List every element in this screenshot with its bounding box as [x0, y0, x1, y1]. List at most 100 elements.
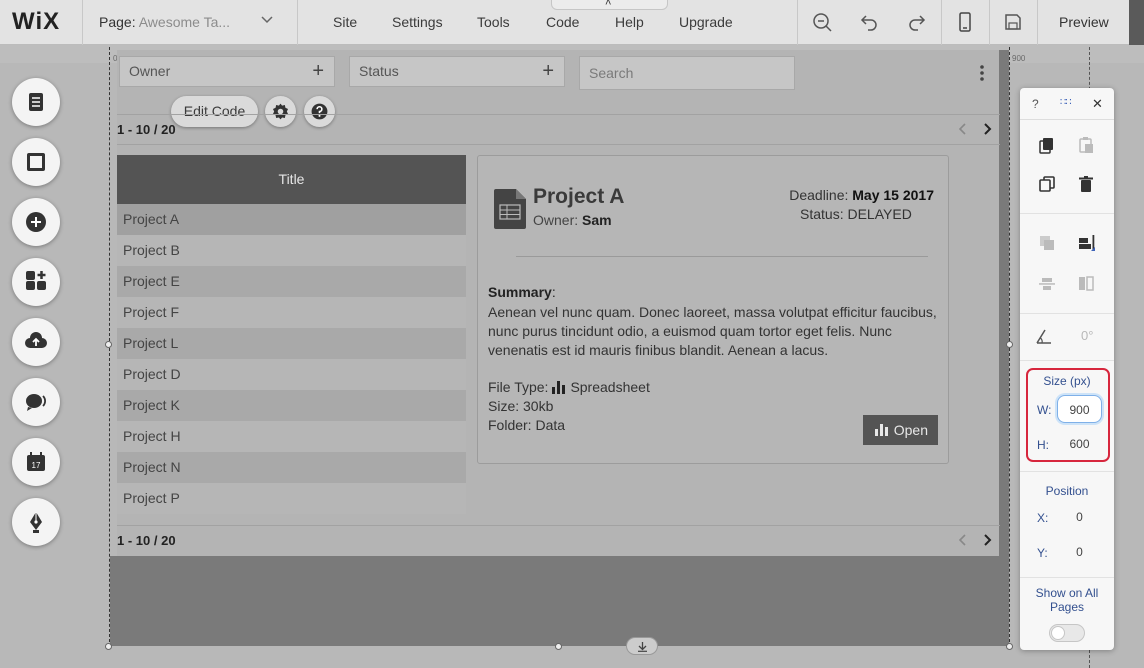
app-market-button[interactable] — [12, 258, 60, 306]
position-title: Position — [1045, 484, 1089, 498]
resize-handle[interactable] — [105, 341, 112, 348]
search-input[interactable] — [580, 57, 794, 89]
resize-handle[interactable] — [555, 643, 562, 650]
project-title: Project A — [533, 185, 625, 208]
table-row[interactable]: Project D — [117, 359, 466, 390]
paste-icon[interactable] — [1077, 136, 1095, 154]
pen-icon — [30, 512, 42, 533]
bookings-icon: 17 — [27, 452, 45, 471]
copy-icon[interactable] — [1038, 136, 1056, 154]
page-selector-label: Page: — [99, 14, 136, 30]
table-header[interactable]: Title — [117, 155, 466, 204]
summary-label: Summary — [488, 284, 552, 300]
x-label: X: — [1037, 511, 1049, 525]
status-label: Status: — [800, 206, 844, 222]
bar-chart-icon — [875, 424, 888, 436]
redo-icon[interactable] — [906, 11, 928, 33]
page-selector[interactable]: Page: Awesome Ta... — [99, 14, 230, 30]
owner-label: Owner: — [533, 212, 579, 228]
settings-button[interactable] — [265, 96, 296, 127]
plus-icon[interactable]: + — [312, 60, 324, 83]
status-value: DELAYED — [847, 206, 912, 222]
add-button[interactable] — [12, 198, 60, 246]
plus-icon[interactable]: + — [542, 60, 554, 83]
size-value: 30kb — [523, 398, 554, 414]
width-input[interactable]: 900 — [1057, 395, 1102, 423]
project-deadline: Deadline: May 15 2017 — [789, 187, 934, 203]
zoom-out-icon[interactable] — [811, 11, 833, 33]
trash-icon[interactable] — [1077, 175, 1095, 193]
table-row[interactable]: Project N — [117, 452, 466, 483]
background-button[interactable] — [12, 138, 60, 186]
chat-button[interactable] — [12, 378, 60, 426]
search-field[interactable] — [579, 56, 795, 90]
table-row[interactable]: Project F — [117, 297, 466, 328]
arrange-icon[interactable] — [1038, 234, 1056, 252]
table-row[interactable]: Project E — [117, 266, 466, 297]
undo-icon[interactable] — [858, 11, 880, 33]
table-row[interactable]: Project K — [117, 390, 466, 421]
stretch-handle[interactable] — [626, 637, 658, 655]
open-button[interactable]: Open — [863, 415, 938, 445]
table-row[interactable]: Project A — [117, 204, 466, 235]
menu-tools[interactable]: Tools — [477, 14, 510, 30]
blog-button[interactable] — [12, 498, 60, 546]
save-icon[interactable] — [1002, 11, 1024, 33]
help-icon[interactable]: ? — [1032, 97, 1039, 111]
pagination-total: / 20 — [153, 122, 176, 137]
help-button[interactable] — [304, 96, 335, 127]
pages-button[interactable] — [12, 78, 60, 126]
resize-handle[interactable] — [105, 643, 112, 650]
top-bar: WiX Page: Awesome Ta... ˄ Site Settings … — [0, 0, 1144, 45]
rotate-angle-icon[interactable] — [1035, 327, 1053, 345]
divider — [117, 525, 1000, 526]
chevron-right-icon[interactable] — [980, 122, 994, 136]
bookings-button[interactable]: 17 — [12, 438, 60, 486]
chevron-down-icon[interactable] — [260, 13, 274, 27]
show-on-all-pages-toggle[interactable] — [1049, 624, 1085, 642]
code-panel-tab[interactable]: ˄ — [551, 0, 668, 10]
mobile-icon[interactable] — [954, 11, 976, 33]
resize-handle[interactable] — [1006, 643, 1013, 650]
match-size-icon[interactable] — [1077, 275, 1095, 293]
wix-logo[interactable]: WiX — [12, 8, 60, 36]
table-row[interactable]: Project P — [117, 483, 466, 514]
rotation-value[interactable]: 0° — [1081, 328, 1093, 343]
chevron-right-icon[interactable] — [980, 533, 994, 547]
menu-code[interactable]: Code — [546, 14, 579, 30]
svg-text:17: 17 — [32, 461, 41, 470]
duplicate-icon[interactable] — [1038, 175, 1056, 193]
menu-settings[interactable]: Settings — [392, 14, 443, 30]
align-icon[interactable] — [1077, 234, 1095, 252]
more-options-icon[interactable] — [976, 64, 988, 82]
pagination-total: / 20 — [153, 533, 176, 548]
resize-handle[interactable] — [1006, 341, 1013, 348]
owner-filter[interactable]: Owner + — [119, 56, 335, 87]
table-row[interactable]: Project B — [117, 235, 466, 266]
table-row[interactable]: Project H — [117, 421, 466, 452]
chevron-left-icon[interactable] — [956, 533, 970, 547]
table-row[interactable]: Project L — [117, 328, 466, 359]
divider — [82, 0, 83, 45]
menu-upgrade[interactable]: Upgrade — [679, 14, 733, 30]
drag-handle-icon[interactable]: ∷∷ — [1060, 97, 1072, 108]
chevron-left-icon[interactable] — [956, 122, 970, 136]
upload-button[interactable] — [12, 318, 60, 366]
y-input[interactable]: 0 — [1057, 538, 1102, 566]
add-icon — [26, 212, 46, 232]
toggle-knob — [1051, 626, 1065, 640]
divider — [797, 0, 798, 45]
file-type-row: File Type: Spreadsheet — [488, 379, 650, 397]
pages-icon — [29, 93, 43, 111]
x-input[interactable]: 0 — [1057, 503, 1102, 531]
edit-code-button[interactable]: Edit Code — [171, 96, 258, 127]
menu-site[interactable]: Site — [333, 14, 357, 30]
preview-button[interactable]: Preview — [1059, 14, 1109, 30]
close-icon[interactable]: ✕ — [1092, 96, 1103, 112]
height-input[interactable]: 600 — [1057, 430, 1102, 458]
file-type-label: File Type: — [488, 379, 549, 395]
divider — [1020, 313, 1114, 314]
menu-help[interactable]: Help — [615, 14, 644, 30]
status-filter[interactable]: Status + — [349, 56, 565, 87]
distribute-icon[interactable] — [1038, 275, 1056, 293]
